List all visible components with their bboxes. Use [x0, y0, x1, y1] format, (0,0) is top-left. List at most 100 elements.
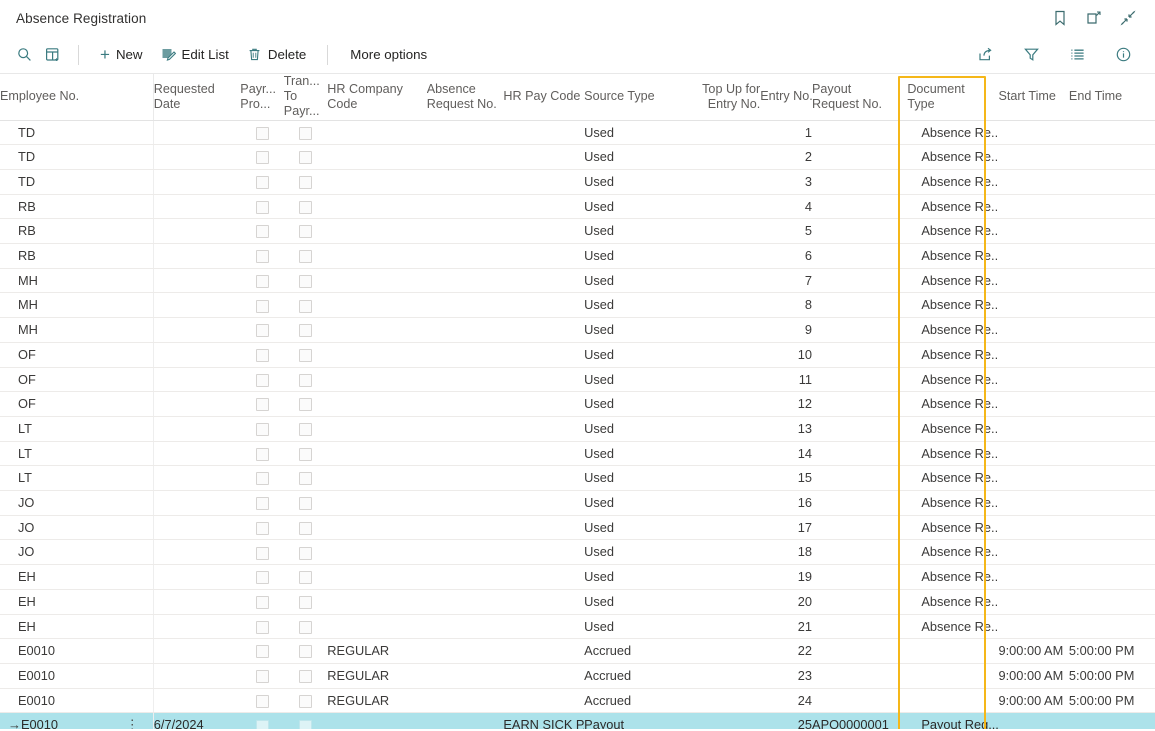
- new-button[interactable]: + New: [91, 42, 152, 68]
- cell-hr-pay-code-wrap[interactable]: [503, 268, 584, 293]
- cell-employee-no-wrap[interactable]: EH: [0, 565, 153, 590]
- cell-employee-no-wrap[interactable]: TD: [0, 120, 153, 145]
- cell-transfer-to-payroll[interactable]: [284, 713, 328, 729]
- cell-end-time[interactable]: [1069, 392, 1155, 417]
- cell-transfer-to-payroll[interactable]: [284, 219, 328, 244]
- payroll-processed-checkbox[interactable]: [256, 176, 269, 189]
- cell-end-time[interactable]: [1069, 219, 1155, 244]
- cell-source-type[interactable]: Used: [584, 565, 677, 590]
- cell-document-type[interactable]: Absence Re...: [907, 194, 998, 219]
- cell-hr-company-code[interactable]: [327, 416, 426, 441]
- cell-source-type[interactable]: Used: [584, 589, 677, 614]
- column-header-start-time[interactable]: Start Time: [998, 74, 1068, 120]
- cell-requested-date[interactable]: [153, 688, 240, 713]
- cell-hr-pay-code-wrap[interactable]: [503, 565, 584, 590]
- bookmark-icon[interactable]: [1051, 9, 1069, 27]
- cell-source-type[interactable]: Used: [584, 219, 677, 244]
- cell-requested-date[interactable]: [153, 639, 240, 664]
- cell-start-time[interactable]: 9:00:00 AM: [998, 639, 1068, 664]
- cell-hr-pay-code-wrap[interactable]: [503, 416, 584, 441]
- cell-payout-request-no-wrap[interactable]: [812, 219, 907, 244]
- cell-entry-no[interactable]: 22: [760, 639, 812, 664]
- cell-document-type[interactable]: [907, 663, 998, 688]
- cell-absence-request-no[interactable]: [427, 342, 504, 367]
- cell-absence-request-no[interactable]: [427, 244, 504, 269]
- cell-top-up-for-entry-no[interactable]: [677, 194, 760, 219]
- table-row[interactable]: →E0010⋮6/7/2024EARN SICK PAYPayout25APO0…: [0, 713, 1155, 729]
- cell-employee-no-wrap[interactable]: LT: [0, 466, 153, 491]
- table-row[interactable]: E0010REGULARAccrued229:00:00 AM5:00:00 P…: [0, 639, 1155, 664]
- table-row[interactable]: RBUsed6Absence Re...: [0, 244, 1155, 269]
- cell-payroll-processed[interactable]: [240, 367, 284, 392]
- payroll-processed-checkbox[interactable]: [256, 497, 269, 510]
- transfer-to-payroll-checkbox[interactable]: [299, 398, 312, 411]
- cell-start-time[interactable]: [998, 515, 1068, 540]
- cell-start-time[interactable]: [998, 589, 1068, 614]
- transfer-to-payroll-checkbox[interactable]: [299, 201, 312, 214]
- cell-transfer-to-payroll[interactable]: [284, 318, 328, 343]
- cell-top-up-for-entry-no[interactable]: [677, 663, 760, 688]
- cell-employee-no-wrap[interactable]: EH: [0, 614, 153, 639]
- cell-start-time[interactable]: [998, 416, 1068, 441]
- cell-payroll-processed[interactable]: [240, 268, 284, 293]
- payroll-processed-checkbox[interactable]: [256, 398, 269, 411]
- cell-top-up-for-entry-no[interactable]: [677, 392, 760, 417]
- cell-start-time[interactable]: [998, 244, 1068, 269]
- cell-hr-company-code[interactable]: [327, 244, 426, 269]
- column-header-hr-pay-code[interactable]: HR Pay Code: [503, 74, 584, 120]
- cell-payout-request-no-wrap[interactable]: [812, 169, 907, 194]
- payroll-processed-checkbox[interactable]: [256, 201, 269, 214]
- cell-end-time[interactable]: [1069, 120, 1155, 145]
- cell-document-type[interactable]: [907, 639, 998, 664]
- cell-source-type[interactable]: Accrued: [584, 688, 677, 713]
- cell-top-up-for-entry-no[interactable]: [677, 120, 760, 145]
- cell-employee-no-wrap[interactable]: RB: [0, 219, 153, 244]
- cell-entry-no[interactable]: 17: [760, 515, 812, 540]
- cell-payout-request-no-wrap[interactable]: [812, 244, 907, 269]
- cell-transfer-to-payroll[interactable]: [284, 589, 328, 614]
- cell-top-up-for-entry-no[interactable]: [677, 639, 760, 664]
- cell-payout-request-no-wrap[interactable]: [812, 441, 907, 466]
- cell-top-up-for-entry-no[interactable]: [677, 589, 760, 614]
- cell-document-type[interactable]: Absence Re...: [907, 367, 998, 392]
- cell-hr-pay-code-wrap[interactable]: [503, 441, 584, 466]
- table-row[interactable]: EHUsed19Absence Re...: [0, 565, 1155, 590]
- cell-hr-pay-code-wrap[interactable]: [503, 367, 584, 392]
- cell-top-up-for-entry-no[interactable]: [677, 466, 760, 491]
- cell-requested-date[interactable]: [153, 120, 240, 145]
- table-row[interactable]: OFUsed11Absence Re...: [0, 367, 1155, 392]
- cell-requested-date[interactable]: [153, 145, 240, 170]
- cell-hr-company-code[interactable]: [327, 565, 426, 590]
- cell-payout-request-no[interactable]: APO0000001: [812, 717, 889, 729]
- cell-top-up-for-entry-no[interactable]: [677, 515, 760, 540]
- column-header-source-type[interactable]: Source Type: [584, 74, 677, 120]
- payroll-processed-checkbox[interactable]: [256, 720, 269, 730]
- cell-document-type[interactable]: Absence Re...: [907, 342, 998, 367]
- table-row[interactable]: LTUsed13Absence Re...: [0, 416, 1155, 441]
- cell-hr-pay-code-wrap[interactable]: [503, 194, 584, 219]
- cell-top-up-for-entry-no[interactable]: [677, 441, 760, 466]
- payroll-processed-checkbox[interactable]: [256, 571, 269, 584]
- cell-hr-company-code[interactable]: [327, 268, 426, 293]
- cell-absence-request-no[interactable]: [427, 565, 504, 590]
- cell-transfer-to-payroll[interactable]: [284, 416, 328, 441]
- table-row[interactable]: JOUsed17Absence Re...: [0, 515, 1155, 540]
- cell-source-type[interactable]: Used: [584, 293, 677, 318]
- cell-start-time[interactable]: [998, 293, 1068, 318]
- cell-top-up-for-entry-no[interactable]: [677, 219, 760, 244]
- cell-top-up-for-entry-no[interactable]: [677, 614, 760, 639]
- cell-payout-request-no-wrap[interactable]: [812, 589, 907, 614]
- payroll-processed-checkbox[interactable]: [256, 547, 269, 560]
- cell-requested-date[interactable]: [153, 293, 240, 318]
- cell-absence-request-no[interactable]: [427, 169, 504, 194]
- cell-payout-request-no-wrap[interactable]: [812, 145, 907, 170]
- list-view-icon[interactable]: [1063, 42, 1091, 68]
- cell-end-time[interactable]: [1069, 244, 1155, 269]
- cell-start-time[interactable]: [998, 367, 1068, 392]
- cell-hr-pay-code-wrap[interactable]: [503, 515, 584, 540]
- cell-payroll-processed[interactable]: [240, 318, 284, 343]
- column-header-absence-request-no[interactable]: Absence Request No.: [427, 74, 504, 120]
- cell-end-time[interactable]: [1069, 367, 1155, 392]
- cell-hr-company-code[interactable]: [327, 614, 426, 639]
- table-row[interactable]: OFUsed12Absence Re...: [0, 392, 1155, 417]
